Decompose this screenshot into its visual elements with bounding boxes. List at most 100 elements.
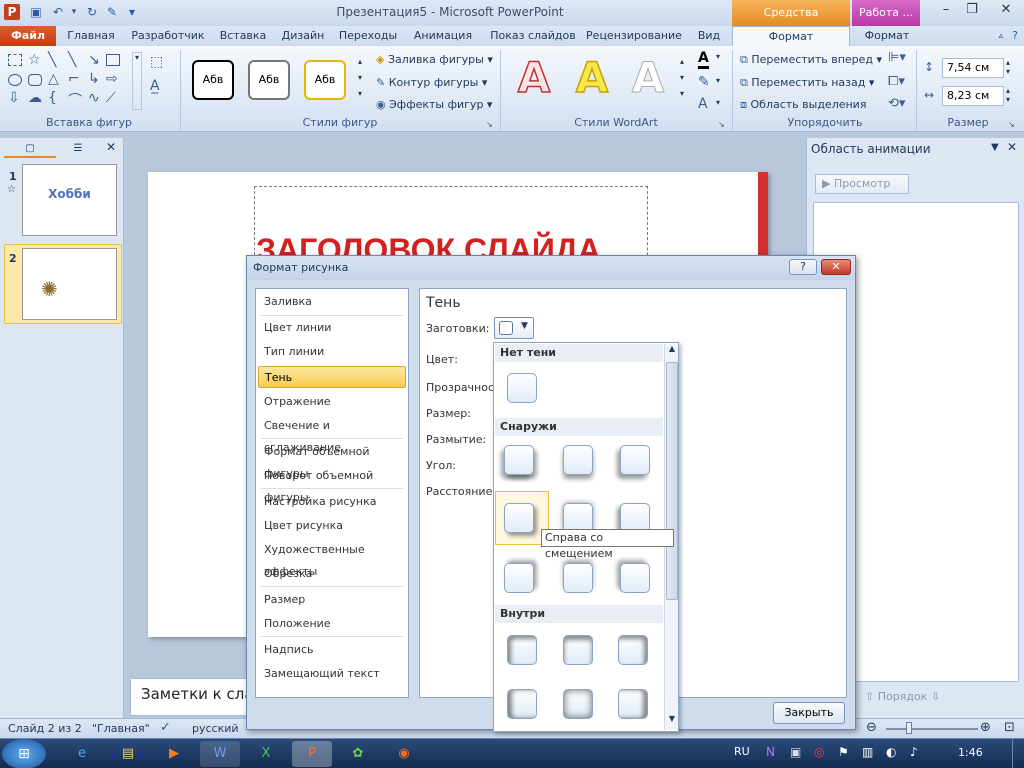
brace-icon[interactable]: {	[48, 90, 57, 106]
shape-height-input[interactable]: 7,54 см	[942, 58, 1004, 78]
preset-outer-7[interactable]	[504, 563, 534, 593]
input-language[interactable]: RU	[734, 745, 750, 758]
wordart-style-white[interactable]: A	[628, 53, 668, 102]
save-icon[interactable]: ▣	[28, 4, 44, 20]
preset-inner-center[interactable]	[563, 689, 593, 719]
cloud-icon[interactable]: ☁	[28, 90, 42, 106]
preset-outer-9[interactable]	[620, 563, 650, 593]
shape-style-black[interactable]: Абв	[192, 60, 234, 100]
close-dialog-icon[interactable]: ✕	[821, 259, 851, 275]
presets-dropdown[interactable]: ▼	[494, 317, 534, 339]
category-3d-rotation[interactable]: Поворот объемной фигуры	[258, 465, 406, 504]
preset-inner-1[interactable]	[507, 635, 537, 665]
wordart-launcher-icon[interactable]: ↘	[718, 120, 725, 129]
line2-icon[interactable]: ╲	[68, 52, 76, 68]
powerpoint-icon[interactable]: P	[292, 741, 332, 767]
shapes-gallery-more[interactable]: ▾	[132, 52, 142, 110]
zoom-slider[interactable]	[886, 728, 978, 730]
wordart-styles-scroll[interactable]: ▴ ▾ ▾	[676, 54, 688, 104]
theme-name[interactable]: "Главная"	[92, 722, 150, 735]
text-outline-dropdown-icon[interactable]: ▾	[716, 76, 720, 85]
redo-icon[interactable]: ↻	[84, 4, 100, 20]
maximize-button[interactable]: ❐	[962, 2, 982, 20]
tray-app-icon[interactable]: ▣	[790, 745, 801, 759]
quick-access-customize-icon[interactable]: ▾	[124, 4, 140, 20]
network-tray-icon[interactable]: ▥	[862, 745, 873, 759]
tab-insert[interactable]: Вставка	[216, 26, 270, 46]
shape-effects-button[interactable]: ◉ Эффекты фигур ▾	[376, 98, 492, 111]
pane-options-icon[interactable]: ▼	[991, 142, 999, 153]
close-pane-icon[interactable]: ✕	[106, 140, 116, 154]
shape-fill-button[interactable]: ◈ Заливка фигуры ▾	[376, 53, 493, 66]
powerpoint-logo-icon[interactable]: P	[4, 4, 20, 20]
shape-style-gold[interactable]: Абв	[304, 60, 346, 100]
category-line-style[interactable]: Тип линии	[258, 341, 406, 363]
category-glow-soft-edges[interactable]: Свечение и сглаживание	[258, 415, 406, 454]
tray-icon[interactable]: ◐	[886, 745, 896, 759]
star-icon[interactable]: ☆	[28, 52, 41, 68]
tab-view[interactable]: Вид	[690, 26, 728, 46]
preset-inner-2[interactable]	[563, 635, 593, 665]
preset-inner-4[interactable]	[507, 689, 537, 719]
help-button[interactable]: ?	[789, 259, 817, 275]
tab-design[interactable]: Дизайн	[276, 26, 330, 46]
elbow-connector-icon[interactable]: ⌐	[68, 71, 80, 87]
spellcheck-icon[interactable]: ✓	[160, 720, 171, 735]
category-position[interactable]: Положение	[258, 613, 406, 635]
tab-review[interactable]: Рецензирование	[584, 26, 684, 46]
category-picture-color[interactable]: Цвет рисунка	[258, 515, 406, 537]
category-line-color[interactable]: Цвет линии	[258, 317, 406, 339]
shape-width-spinner[interactable]: ▴ ▾	[1006, 86, 1010, 104]
tab-home[interactable]: Главная	[62, 26, 120, 46]
app-icon[interactable]: ✿	[338, 741, 378, 767]
start-button[interactable]: ⊞	[2, 739, 46, 768]
language[interactable]: русский	[192, 722, 239, 735]
arc-icon[interactable]: ⌒	[68, 90, 82, 110]
text-effects-button[interactable]: A	[698, 96, 708, 112]
preset-outer-8[interactable]	[563, 563, 593, 593]
shape-styles-scroll[interactable]: ▴ ▾ ▾	[354, 54, 366, 104]
volume-tray-icon[interactable]: ♪	[910, 745, 918, 759]
align-icon[interactable]: ⊫▾	[888, 50, 906, 65]
preview-button[interactable]: ▶ Просмотр	[815, 174, 909, 194]
oval-icon[interactable]	[8, 74, 22, 86]
category-text-box[interactable]: Надпись	[258, 639, 406, 661]
tab-slides[interactable]: ▢	[4, 140, 56, 158]
category-crop[interactable]: Обрезка	[258, 563, 406, 585]
close-button[interactable]: Закрыть	[773, 702, 845, 724]
preset-outer-1[interactable]	[504, 445, 534, 475]
bring-forward-button[interactable]: ⧉ Переместить вперед ▾	[740, 53, 882, 67]
preset-offset-right[interactable]	[504, 503, 534, 533]
line-icon[interactable]: ╲	[48, 52, 56, 68]
zoom-out-icon[interactable]: ⊖	[866, 720, 877, 735]
category-picture-corrections[interactable]: Настройка рисунка	[258, 491, 406, 513]
text-box-icon[interactable]	[8, 54, 22, 66]
undo-icon[interactable]: ↶	[50, 4, 66, 20]
down-arrow-icon[interactable]: ⇩	[8, 90, 20, 106]
move-up-icon[interactable]: ⇧	[865, 690, 874, 703]
media-player-icon[interactable]: ▶	[154, 741, 194, 767]
firefox-icon[interactable]: ◉	[384, 741, 424, 767]
minimize-button[interactable]: –	[936, 2, 956, 20]
text-effects-dropdown-icon[interactable]: ▾	[716, 98, 720, 107]
dialog-title-bar[interactable]: Формат рисунка ? ✕	[247, 256, 855, 280]
freeform-icon[interactable]: ⟋	[106, 90, 116, 106]
rotate-icon[interactable]: ⟲▾	[888, 96, 905, 111]
ribbon-collapse-icon[interactable]: ▵	[994, 26, 1008, 46]
tab-slideshow[interactable]: Показ слайдов	[486, 26, 580, 46]
category-3d-format[interactable]: Формат объемной фигуры	[258, 441, 406, 480]
zoom-in-icon[interactable]: ⊕	[980, 720, 991, 735]
undo-dropdown-icon[interactable]: ▾	[66, 4, 82, 20]
category-size[interactable]: Размер	[258, 589, 406, 611]
slide-thumbnail[interactable]: ✺	[22, 248, 117, 320]
fit-to-window-icon[interactable]: ⊡	[1004, 720, 1015, 735]
curve-icon[interactable]: ∿	[88, 90, 100, 106]
tab-format-drawing[interactable]: Формат	[732, 26, 850, 46]
tab-format-picture[interactable]: Формат	[856, 26, 918, 46]
tab-transitions[interactable]: Переходы	[336, 26, 400, 46]
rectangle-icon[interactable]	[106, 54, 120, 66]
shapes-gallery[interactable]: ☆ ╲ ╲ ↘ △ ⌐ ↳ ⇨ ⇩ ☁ { ⌒ ∿ ⟋	[6, 52, 130, 110]
category-shadow[interactable]: Тень	[258, 366, 406, 388]
word-icon[interactable]: W	[200, 741, 240, 767]
text-outline-icon[interactable]: ✎	[698, 74, 710, 90]
